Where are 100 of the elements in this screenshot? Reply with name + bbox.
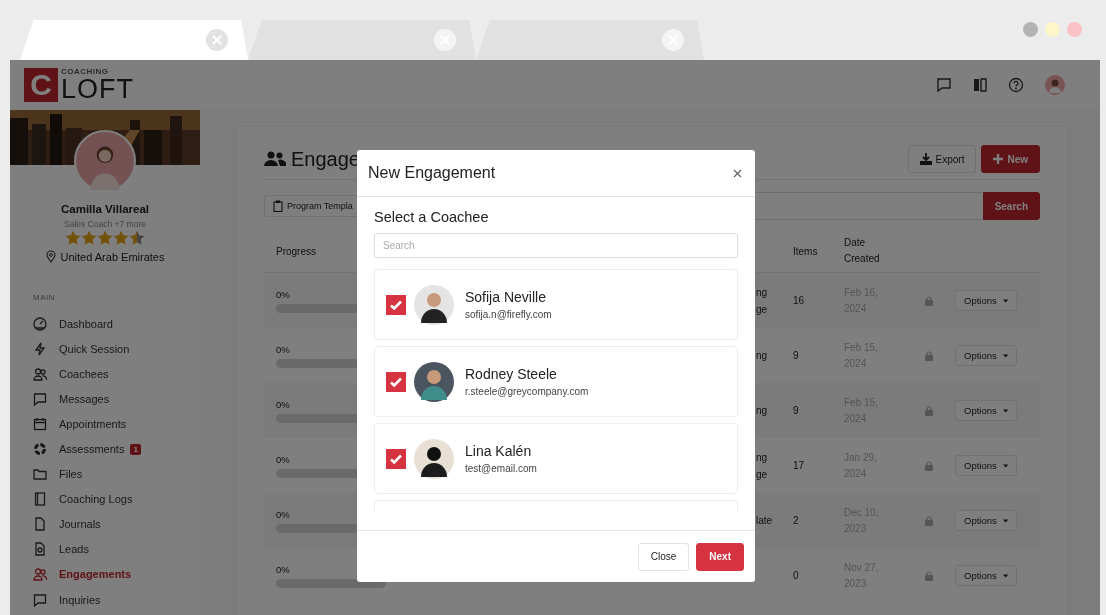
window-button-icon[interactable]: [1023, 22, 1038, 37]
profile-name: Camilla Villareal: [61, 203, 149, 215]
progress-percent: 0%: [276, 508, 291, 520]
logo-mark: C: [24, 68, 58, 102]
star-icon: [65, 230, 81, 246]
table-cell-text: 17: [793, 460, 806, 471]
lock-icon: [925, 350, 933, 361]
sidebar-item[interactable]: Dashboard: [59, 317, 113, 330]
sidebar-item[interactable]: Quick Session: [59, 342, 130, 355]
lock-icon: [925, 295, 933, 306]
lock-icon: [925, 460, 933, 471]
download-icon: [919, 153, 932, 165]
new-button[interactable]: New: [981, 145, 1040, 173]
cycle-icon: [33, 442, 47, 456]
location-pin-icon: [45, 250, 56, 263]
coachee-email: test@email.com: [465, 463, 537, 474]
star-icon: [97, 230, 113, 246]
sidebar-item[interactable]: Messages: [59, 392, 110, 405]
notebook-icon: [33, 492, 47, 507]
star-icon: [113, 230, 129, 246]
progress-percent: 0%: [276, 563, 291, 575]
browser-tab[interactable]: [248, 20, 476, 60]
logo-text: LOFT: [61, 76, 134, 102]
progress-percent: 0%: [276, 453, 291, 465]
caret-icon: [1002, 518, 1008, 523]
sidebar-item[interactable]: Leads: [59, 543, 89, 556]
progress-percent: 0%: [276, 398, 291, 410]
checkbox[interactable]: [386, 294, 406, 315]
sidebar-item[interactable]: Assessments: [59, 443, 125, 455]
table-cell-text: 0: [793, 570, 800, 581]
sidebar-item[interactable]: Coaching Logs: [59, 493, 133, 506]
coachee-card[interactable]: Lina Kalén test@email.com: [374, 423, 738, 494]
coachee-email: r.steele@greycompany.com: [465, 386, 589, 397]
progress-percent: 0%: [276, 343, 291, 355]
page-title: Engage: [291, 147, 360, 171]
search-field[interactable]: Search: [374, 233, 738, 258]
section-heading: MAIN: [33, 293, 55, 302]
progress-percent: 0%: [276, 288, 291, 300]
table-cell-text: ge: [756, 302, 769, 317]
close-icon[interactable]: [733, 168, 742, 178]
table-cell-text: ng: [756, 285, 769, 300]
caret-icon: [1002, 353, 1008, 358]
checkbox[interactable]: [386, 448, 406, 469]
options-button[interactable]: Options: [955, 565, 1017, 586]
sidebar-item[interactable]: Appointments: [59, 417, 127, 430]
export-button[interactable]: Export: [907, 145, 977, 173]
modal-title: New Engagement: [368, 164, 496, 182]
table-cell-text: 9: [793, 350, 800, 361]
coachee-name: Sofija Neville: [465, 289, 547, 305]
coachee-email: sofija.n@firefly.com: [465, 309, 552, 320]
next-button[interactable]: Next: [696, 542, 744, 571]
search-button[interactable]: Search: [982, 192, 1040, 220]
chat-icon: [33, 391, 47, 406]
table-cell-text: ng: [756, 450, 769, 465]
close-button[interactable]: Close: [637, 542, 690, 571]
options-button[interactable]: Options: [955, 290, 1017, 311]
help-icon[interactable]: [1008, 77, 1024, 93]
browser-tab[interactable]: [476, 20, 704, 60]
options-button[interactable]: Options: [955, 400, 1017, 421]
star-icon: [129, 230, 145, 246]
folder-icon: [33, 467, 47, 482]
browser-tab[interactable]: [20, 20, 248, 60]
lightning-icon: [33, 341, 47, 356]
people-icon: [264, 151, 286, 167]
coachee-card[interactable]: Rodney Steele r.steele@greycompany.com: [374, 346, 738, 417]
window-button-icon[interactable]: [1067, 22, 1082, 37]
table-cell-text: late: [756, 514, 774, 528]
star-icon: [81, 230, 97, 246]
people-icon: [33, 366, 47, 381]
coachee-name: Rodney Steele: [465, 366, 558, 382]
lock-icon: [925, 405, 933, 416]
table-cell-text: ge: [756, 467, 769, 482]
table-cell-text: 16: [793, 295, 806, 306]
caret-icon: [1002, 573, 1008, 578]
sidebar-item[interactable]: Files: [59, 468, 83, 481]
document-search-icon: [33, 542, 47, 557]
options-button[interactable]: Options: [955, 345, 1017, 366]
calendar-icon: [33, 416, 47, 431]
lock-icon: [925, 515, 933, 526]
sidebar-item[interactable]: Journals: [59, 518, 101, 531]
lock-icon: [925, 570, 933, 581]
checkbox[interactable]: [386, 371, 406, 392]
options-button[interactable]: Options: [955, 455, 1017, 476]
window-button-icon[interactable]: [1045, 22, 1060, 37]
caret-icon: [1002, 463, 1008, 468]
table-cell-text: 2: [793, 515, 800, 526]
document-icon: [33, 517, 47, 532]
people-icon: [33, 567, 47, 582]
chat-icon: [33, 592, 47, 607]
coachee-card[interactable]: Sofija Neville sofija.n@firefly.com: [374, 269, 738, 340]
chat-icon[interactable]: [936, 77, 952, 93]
logo-text: COACHING: [61, 68, 110, 76]
split-view-icon[interactable]: [973, 77, 987, 93]
section-title: Select a Coachee: [374, 209, 490, 225]
options-button[interactable]: Options: [955, 510, 1017, 531]
coachee-name: Lina Kalén: [465, 443, 533, 459]
sidebar-item[interactable]: Inquiries: [59, 593, 101, 606]
sidebar-item[interactable]: Engagements: [59, 568, 132, 581]
sidebar-item[interactable]: Coachees: [59, 367, 109, 380]
count-badge: 1: [130, 443, 141, 455]
